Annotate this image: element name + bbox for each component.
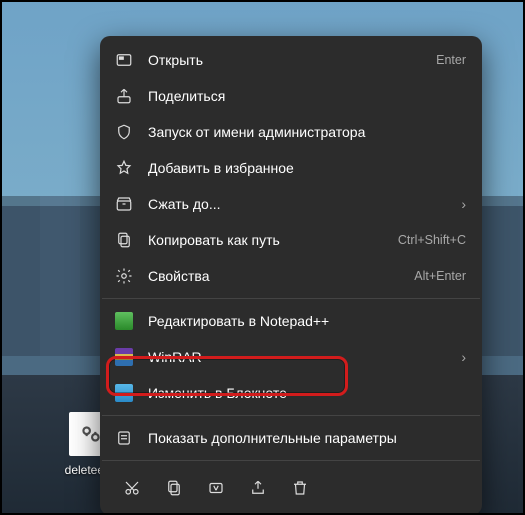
menu-properties-label: Свойства — [148, 268, 404, 284]
menu-copy-path[interactable]: Копировать как путь Ctrl+Shift+C — [100, 222, 482, 258]
star-icon — [114, 158, 134, 178]
archive-icon — [114, 194, 134, 214]
menu-show-more[interactable]: Показать дополнительные параметры — [100, 420, 482, 456]
open-icon — [114, 50, 134, 70]
menu-run-admin[interactable]: Запуск от имени администратора — [100, 114, 482, 150]
share-button[interactable] — [240, 471, 276, 505]
delete-button[interactable] — [282, 471, 318, 505]
copy-path-icon — [114, 230, 134, 250]
chevron-right-icon: › — [461, 196, 466, 212]
menu-share[interactable]: Поделиться — [100, 78, 482, 114]
menu-share-label: Поделиться — [148, 88, 466, 104]
menu-separator — [102, 298, 480, 299]
menu-properties-shortcut: Alt+Enter — [414, 269, 466, 283]
menu-copy-path-label: Копировать как путь — [148, 232, 388, 248]
menu-open-shortcut: Enter — [436, 53, 466, 67]
menu-npp-label: Редактировать в Notepad++ — [148, 313, 466, 329]
menu-action-row — [100, 465, 482, 507]
menu-more-label: Показать дополнительные параметры — [148, 430, 466, 446]
notepad-pp-icon — [114, 311, 134, 331]
menu-notepad-pp[interactable]: Редактировать в Notepad++ — [100, 303, 482, 339]
more-icon — [114, 428, 134, 448]
menu-run-admin-label: Запуск от имени администратора — [148, 124, 466, 140]
rename-button[interactable] — [198, 471, 234, 505]
copy-button[interactable] — [156, 471, 192, 505]
menu-separator — [102, 460, 480, 461]
menu-open[interactable]: Открыть Enter — [100, 42, 482, 78]
cut-button[interactable] — [114, 471, 150, 505]
chevron-right-icon: › — [461, 349, 466, 365]
shield-icon — [114, 122, 134, 142]
menu-copy-path-shortcut: Ctrl+Shift+C — [398, 233, 466, 247]
menu-favorite[interactable]: Добавить в избранное — [100, 150, 482, 186]
menu-winrar-label: WinRAR — [148, 349, 451, 365]
share-icon — [114, 86, 134, 106]
menu-properties[interactable]: Свойства Alt+Enter — [100, 258, 482, 294]
notepad-icon — [114, 383, 134, 403]
menu-compress-label: Сжать до... — [148, 196, 451, 212]
gear-icon — [114, 266, 134, 286]
menu-favorite-label: Добавить в избранное — [148, 160, 466, 176]
menu-open-label: Открыть — [148, 52, 426, 68]
menu-compress[interactable]: Сжать до... › — [100, 186, 482, 222]
menu-winrar[interactable]: WinRAR › — [100, 339, 482, 375]
context-menu: Открыть Enter Поделиться Запуск от имени… — [100, 36, 482, 515]
menu-edit-notepad[interactable]: Изменить в Блокноте — [100, 375, 482, 411]
winrar-icon — [114, 347, 134, 367]
menu-notepad-label: Изменить в Блокноте — [148, 385, 466, 401]
menu-separator — [102, 415, 480, 416]
